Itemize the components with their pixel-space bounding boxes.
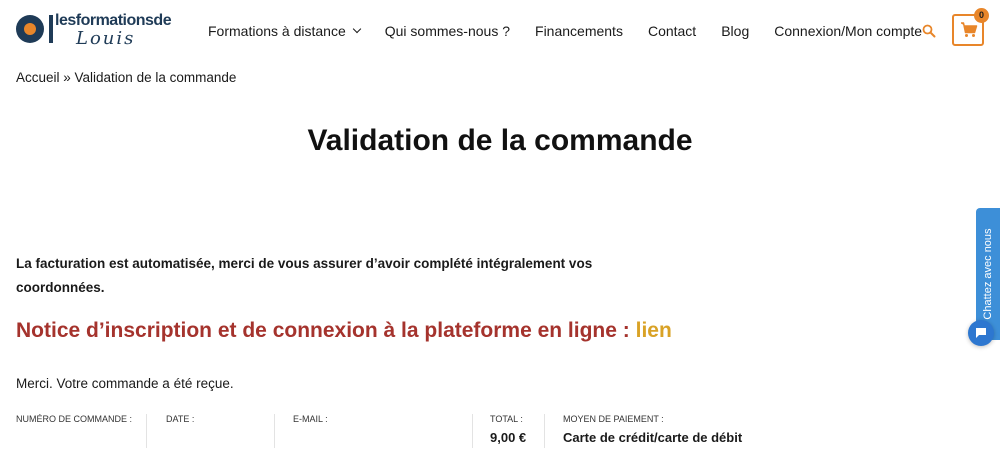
- logo-bottom-text: Louis: [76, 28, 136, 49]
- divider: [146, 414, 147, 448]
- divider: [472, 414, 473, 448]
- order-number-label: NUMÉRO DE COMMANDE :: [16, 414, 133, 424]
- order-payment-method: MOYEN DE PAIEMENT : Carte de crédit/cart…: [563, 414, 742, 450]
- order-date: DATE :: [166, 414, 194, 450]
- logo-bar: [49, 15, 53, 43]
- cart-button[interactable]: 0: [952, 8, 989, 46]
- cart-count-badge: 0: [974, 8, 989, 23]
- chevron-down-icon: [352, 24, 361, 34]
- nav-item-qui-sommes-nous[interactable]: Qui sommes-nous ?: [385, 23, 510, 39]
- site-header: lesformationsde Louis Formations à dista…: [0, 0, 1000, 62]
- order-email: E-MAIL :: [293, 414, 328, 450]
- divider: [544, 414, 545, 448]
- nav-item-formations[interactable]: Formations à distance: [208, 23, 361, 39]
- chat-tab-label: Chattez avec nous: [982, 228, 994, 320]
- divider: [274, 414, 275, 448]
- order-total: TOTAL : 9,00 €: [490, 414, 526, 450]
- order-date-label: DATE :: [166, 414, 195, 424]
- order-number: NUMÉRO DE COMMANDE :: [16, 414, 132, 450]
- order-total-label: TOTAL :: [490, 414, 523, 424]
- chat-bubble-button[interactable]: [968, 320, 994, 346]
- order-email-label: E-MAIL :: [293, 414, 328, 424]
- registration-notice-text: Notice d’inscription et de connexion à l…: [16, 319, 636, 342]
- order-total-value: 9,00 €: [490, 430, 527, 445]
- nav-item-financements[interactable]: Financements: [535, 23, 623, 39]
- page-title: Validation de la commande: [307, 124, 693, 157]
- search-icon[interactable]: [922, 24, 936, 38]
- nav-item-label: Formations à distance: [208, 23, 346, 39]
- registration-notice-link[interactable]: lien: [636, 319, 672, 342]
- main-nav: Formations à distance Qui sommes-nous ? …: [208, 23, 922, 39]
- breadcrumb: Accueil » Validation de la commande: [16, 70, 237, 85]
- shopping-cart-icon: [961, 22, 978, 37]
- nav-item-blog[interactable]: Blog: [721, 23, 749, 39]
- billing-notice: La facturation est automatisée, merci de…: [16, 256, 593, 295]
- order-payment-value: Carte de crédit/carte de débit: [563, 430, 743, 445]
- nav-item-connexion[interactable]: Connexion/Mon compte: [774, 23, 922, 39]
- chat-bubble-icon: [976, 328, 986, 338]
- order-payment-label: MOYEN DE PAIEMENT :: [563, 414, 664, 424]
- registration-notice-heading: Notice d’inscription et de connexion à l…: [16, 319, 672, 343]
- nav-item-contact[interactable]: Contact: [648, 23, 696, 39]
- site-logo[interactable]: lesformationsde Louis: [16, 12, 172, 49]
- order-received-message: Merci. Votre commande a été reçue.: [16, 376, 234, 391]
- logo-mark-icon: [16, 15, 44, 43]
